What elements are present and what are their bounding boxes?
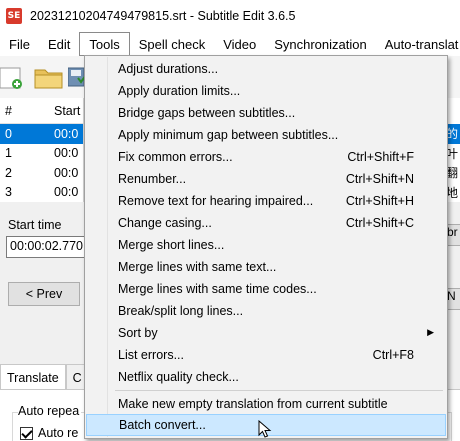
grid-header: # Start	[0, 98, 83, 124]
menu-item-label: List errors...	[118, 348, 184, 362]
prev-button[interactable]: < Prev	[8, 282, 80, 306]
menu-item-sort-by[interactable]: Sort by ▶	[86, 322, 446, 344]
column-header-start[interactable]: Start	[50, 104, 80, 118]
menu-separator	[115, 390, 443, 391]
menu-file[interactable]: File	[0, 32, 39, 56]
submenu-arrow-icon: ▶	[427, 328, 434, 338]
menu-item-apply-duration-limits[interactable]: Apply duration limits...	[86, 80, 446, 102]
window-title: 20231210204749479815.srt - Subtitle Edit…	[30, 9, 296, 23]
menu-item-label: Sort by	[118, 326, 158, 340]
menu-item-list-errors[interactable]: List errors... Ctrl+F8	[86, 344, 446, 366]
menu-item-shortcut: Ctrl+Shift+H	[345, 194, 414, 208]
menu-item-remove-hearing-impaired[interactable]: Remove text for hearing impaired... Ctrl…	[86, 190, 446, 212]
menu-item-label: Apply minimum gap between subtitles...	[118, 128, 339, 142]
main-window: SE 20231210204749479815.srt - Subtitle E…	[0, 0, 460, 441]
menu-item-shortcut: Ctrl+Shift+F	[347, 150, 414, 164]
menu-item-label: Renumber...	[118, 172, 187, 186]
menu-item-merge-same-time-codes[interactable]: Merge lines with same time codes...	[86, 278, 446, 300]
table-row[interactable]: 3 00:0	[0, 183, 83, 203]
menu-item-label: Adjust durations...	[118, 62, 219, 76]
table-row[interactable]: 2 00:0	[0, 163, 83, 183]
row-number: 1	[5, 146, 12, 161]
menu-item-label: Break/split long lines...	[118, 304, 244, 318]
title-bar: SE 20231210204749479815.srt - Subtitle E…	[0, 0, 460, 32]
row-start-time: 00:0	[54, 146, 79, 161]
right-edge-button[interactable]: br	[446, 224, 460, 246]
subtitle-edit-app-icon: SE	[6, 8, 22, 24]
menu-tools[interactable]: Tools	[79, 32, 130, 56]
menu-item-label: Apply duration limits...	[118, 84, 241, 98]
menu-item-label: Make new empty translation from current …	[118, 397, 388, 411]
menu-item-apply-minimum-gap[interactable]: Apply minimum gap between subtitles...	[86, 124, 446, 146]
row-start-time: 00:0	[54, 165, 79, 180]
menu-item-label: Merge lines with same time codes...	[118, 282, 317, 296]
menu-item-change-casing[interactable]: Change casing... Ctrl+Shift+C	[86, 212, 446, 234]
column-header-number[interactable]: #	[0, 104, 50, 118]
menu-item-renumber[interactable]: Renumber... Ctrl+Shift+N	[86, 168, 446, 190]
menu-item-make-empty-translation[interactable]: Make new empty translation from current …	[86, 393, 446, 415]
menu-item-shortcut: Ctrl+F8	[372, 348, 414, 362]
menu-item-bridge-gaps[interactable]: Bridge gaps between subtitles...	[86, 102, 446, 124]
menu-item-fix-common-errors[interactable]: Fix common errors... Ctrl+Shift+F	[86, 146, 446, 168]
row-start-time: 00:0	[54, 126, 79, 141]
tab-translate[interactable]: Translate	[0, 364, 66, 390]
menu-item-label: Netflix quality check...	[118, 370, 239, 384]
auto-repeat-checkbox-row[interactable]: Auto re	[20, 426, 78, 440]
menu-item-adjust-durations[interactable]: Adjust durations...	[86, 58, 446, 80]
row-number: 0	[5, 126, 12, 141]
menu-spell-check[interactable]: Spell check	[130, 32, 214, 56]
table-row[interactable]: 0 00:0	[0, 124, 83, 144]
menu-video[interactable]: Video	[214, 32, 265, 56]
mouse-cursor-icon	[258, 420, 272, 438]
tab-strip: Translate C	[0, 364, 89, 390]
row-start-time: 00:0	[54, 185, 79, 200]
menu-item-label: Remove text for hearing impaired...	[118, 194, 314, 208]
menu-item-netflix-quality-check[interactable]: Netflix quality check...	[86, 366, 446, 388]
row-number: 2	[5, 165, 12, 180]
menu-bar: File Edit Tools Spell check Video Synchr…	[0, 32, 460, 56]
menu-item-label: Bridge gaps between subtitles...	[118, 106, 296, 120]
menu-item-shortcut: Ctrl+Shift+N	[345, 172, 414, 186]
menu-item-merge-short-lines[interactable]: Merge short lines...	[86, 234, 446, 256]
menu-item-merge-same-text[interactable]: Merge lines with same text...	[86, 256, 446, 278]
open-folder-icon[interactable]	[34, 64, 64, 90]
start-time-input[interactable]: 00:00:02.770	[6, 236, 84, 258]
menu-item-shortcut: Ctrl+Shift+C	[345, 216, 414, 230]
menu-item-label: Batch convert...	[119, 418, 206, 432]
auto-repeat-group-label: Auto repea	[18, 404, 82, 418]
menu-item-label: Merge short lines...	[118, 238, 225, 252]
menu-item-label: Change casing...	[118, 216, 212, 230]
subtitle-grid[interactable]: # Start 0 00:0 1 00:0 2 00:0 3 00:0	[0, 98, 84, 202]
edit-area: Start time 00:00:02.770 < Prev	[0, 202, 84, 362]
right-edge-button-2[interactable]: N	[446, 288, 460, 310]
new-file-icon[interactable]	[0, 64, 24, 90]
menu-item-label: Fix common errors...	[118, 150, 233, 164]
menu-auto-translate[interactable]: Auto-translat	[376, 32, 460, 56]
table-row[interactable]: 1 00:0	[0, 144, 83, 164]
start-time-label: Start time	[8, 218, 62, 232]
auto-repeat-checkbox-label: Auto re	[38, 426, 79, 440]
auto-repeat-checkbox[interactable]	[20, 426, 33, 440]
menu-item-label: Merge lines with same text...	[118, 260, 277, 274]
tools-dropdown-menu: Adjust durations... Apply duration limit…	[84, 55, 448, 439]
menu-edit[interactable]: Edit	[39, 32, 79, 56]
menu-synchronization[interactable]: Synchronization	[265, 32, 376, 56]
row-number: 3	[5, 185, 12, 200]
menu-item-break-split-long-lines[interactable]: Break/split long lines...	[86, 300, 446, 322]
